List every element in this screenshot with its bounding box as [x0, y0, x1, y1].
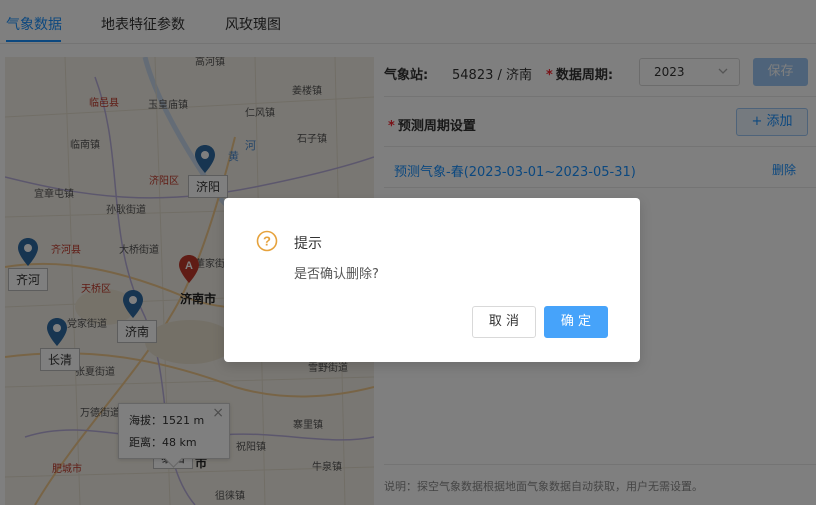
svg-text:?: ?	[263, 234, 271, 249]
dialog-message: 是否确认删除?	[294, 267, 379, 282]
confirm-button[interactable]: 确 定	[544, 306, 608, 338]
cancel-button[interactable]: 取 消	[472, 306, 536, 338]
confirm-dialog: ? 提示 是否确认删除? 取 消 确 定	[224, 198, 640, 362]
question-icon: ?	[256, 230, 278, 252]
dialog-title: 提示	[294, 236, 322, 252]
